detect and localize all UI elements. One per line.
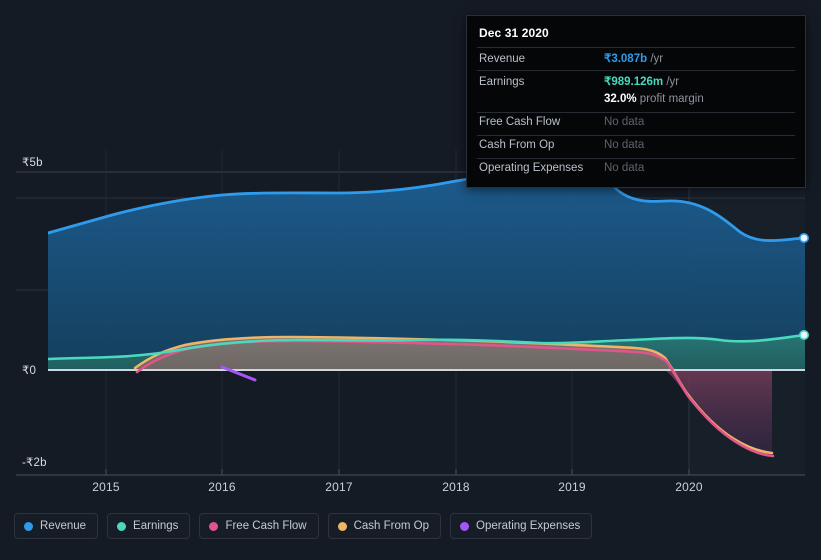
financial-chart-widget: ₹5b ₹0 -₹2b 2015 2016 2017 2018 2019 202… — [0, 0, 821, 560]
tooltip-row-amount: ₹989.126m — [604, 76, 664, 88]
chart-tooltip: Dec 31 2020 Revenue ₹3.087b /yr Earnings ₹9… — [466, 15, 806, 188]
y-tick-label-top: ₹5b — [22, 157, 43, 169]
tooltip-row-unit: profit margin — [636, 93, 704, 105]
tooltip-row-label: Cash From Op — [479, 139, 555, 151]
legend-item-label: Earnings — [133, 520, 179, 532]
tooltip-row-label: Earnings — [479, 76, 525, 88]
x-tick-label-2018: 2018 — [442, 480, 470, 494]
tooltip-row-value: ₹3.087b /yr — [604, 51, 663, 65]
tooltip-row-label: Operating Expenses — [479, 162, 584, 174]
tooltip-row-value: ₹989.126m /yr — [604, 74, 679, 88]
tooltip-row-amount: 32.0% — [604, 93, 637, 105]
tooltip-row-label: Revenue — [479, 53, 526, 65]
tooltip-row: Earnings ₹989.126m /yr — [477, 70, 795, 93]
legend-item-free-cash-flow[interactable]: Free Cash Flow — [199, 513, 319, 539]
legend-color-dot-icon — [24, 521, 33, 531]
tooltip-row-value: No data — [604, 139, 645, 151]
tooltip-row: Revenue ₹3.087b /yr — [477, 47, 795, 70]
x-tick-label-2020: 2020 — [675, 480, 703, 494]
legend-item-label: Revenue — [40, 520, 87, 532]
tooltip-rows: Revenue ₹3.087b /yr Earnings ₹989.126m /yr 3… — [477, 47, 795, 181]
tooltip-row-unit: /yr — [647, 53, 664, 65]
tooltip-row-label: Free Cash Flow — [479, 116, 561, 128]
tooltip-row-value: 32.0% profit margin — [604, 93, 704, 105]
x-axis — [16, 469, 805, 476]
tooltip-row-value: No data — [604, 162, 645, 174]
y-tick-label-zero: ₹0 — [22, 365, 37, 377]
y-tick-label-bottom: -₹2b — [22, 457, 47, 469]
x-tick-label-2019: 2019 — [558, 480, 586, 494]
legend-color-dot-icon — [117, 521, 127, 531]
tooltip-row: Cash From Op No data — [477, 135, 795, 158]
legend-item-revenue[interactable]: Revenue — [14, 513, 99, 539]
legend-item-label: Free Cash Flow — [225, 520, 307, 532]
x-tick-label-2016: 2016 — [208, 480, 236, 494]
legend-item-earnings[interactable]: Earnings — [107, 513, 191, 539]
legend-item-operating-expenses[interactable]: Operating Expenses — [450, 513, 593, 539]
x-tick-label-2015: 2015 — [92, 480, 120, 494]
x-tick-label-2017: 2017 — [325, 480, 353, 494]
tooltip-row: Free Cash Flow No data — [477, 112, 795, 135]
tooltip-date: Dec 31 2020 — [479, 26, 549, 40]
legend-item-label: Cash From Op — [353, 520, 430, 532]
legend-color-dot-icon — [337, 521, 347, 531]
legend-item-label: Operating Expenses — [476, 520, 581, 532]
legend-color-dot-icon — [209, 521, 219, 531]
tooltip-row-amount: ₹3.087b — [604, 53, 648, 65]
tooltip-row-unit: /yr — [663, 76, 680, 88]
chart-legend: Revenue Earnings Free Cash Flow Cash From O… — [14, 513, 593, 539]
legend-color-dot-icon — [460, 521, 470, 531]
tooltip-row: Operating Expenses No data — [477, 158, 795, 181]
legend-item-cash-from-op[interactable]: Cash From Op — [327, 513, 442, 539]
tooltip-row-value: No data — [604, 116, 645, 128]
tooltip-row: 32.0% profit margin — [477, 93, 795, 112]
